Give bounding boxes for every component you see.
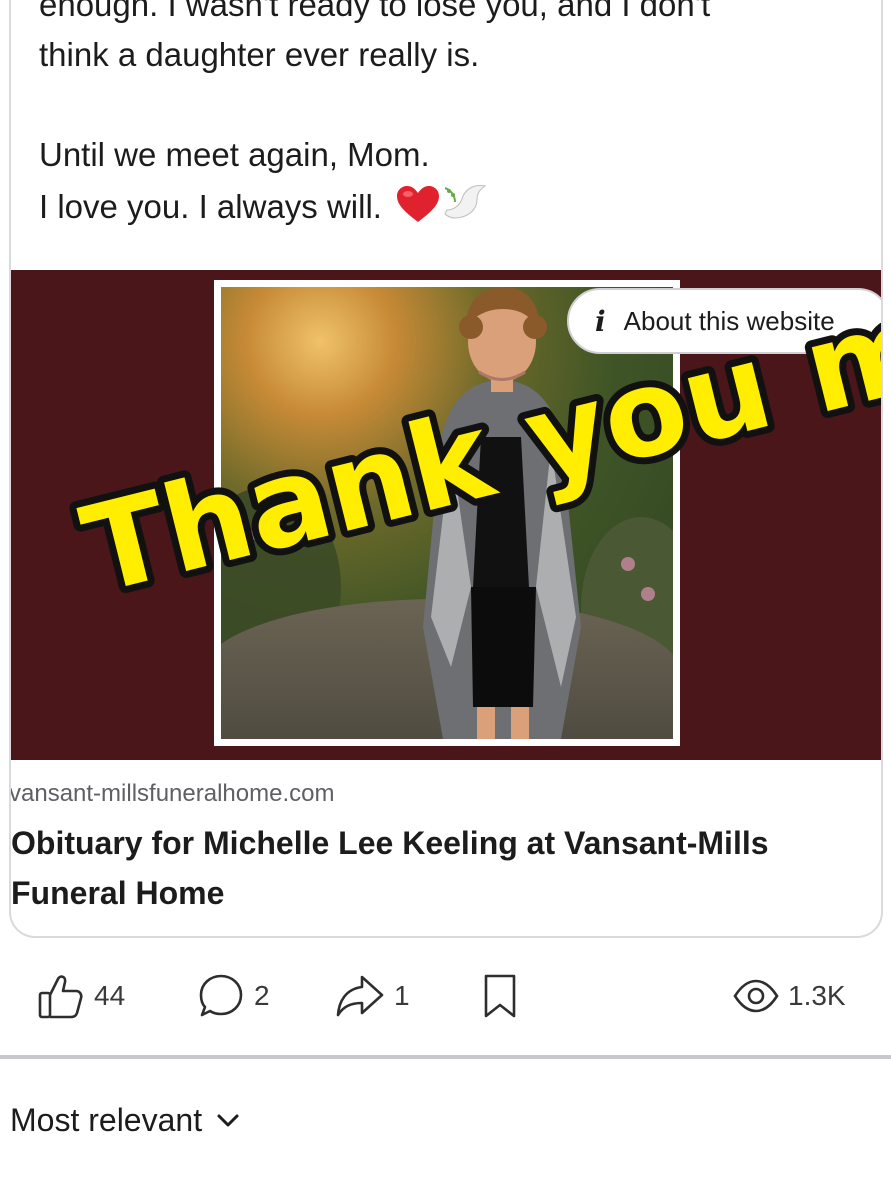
share-count: 1 [394, 980, 410, 1011]
bookmark-button[interactable] [480, 964, 520, 1028]
section-divider [0, 1055, 891, 1059]
post-body: enough. I wasn't ready to lose you, and … [39, 0, 859, 232]
chevron-down-icon [217, 1114, 239, 1127]
post-text-line: enough. I wasn't ready to lose you, and … [39, 0, 711, 23]
comment-button[interactable]: 2 [196, 964, 270, 1028]
view-count: 1.3K [732, 964, 846, 1028]
comment-sort-dropdown[interactable]: Most relevant [10, 1098, 240, 1142]
comment-sort-label: Most relevant [10, 1101, 203, 1138]
link-title-line: Obituary for Michelle Lee Keeling at Van… [11, 825, 769, 861]
bookmark-icon [484, 974, 516, 1018]
photo-flower [621, 557, 635, 571]
comment-count: 2 [254, 980, 270, 1011]
thumbs-up-icon [38, 975, 83, 1019]
share-button[interactable]: 1 [334, 964, 410, 1028]
eye-icon [733, 979, 779, 1013]
link-title-line: Funeral Home [11, 875, 225, 911]
post-text-line: Until we meet again, Mom. [39, 136, 430, 173]
post-action-bar: 44 2 1 1.3K [0, 964, 891, 1028]
link-preview-image[interactable]: i About this website Thank you mom [11, 270, 881, 760]
link-title[interactable]: Obituary for Michelle Lee Keeling at Van… [11, 818, 871, 918]
link-domain: vansant-millsfuneralhome.com [9, 780, 335, 807]
post-text-line: think a daughter ever really is. [39, 36, 480, 73]
red-heart-emoji-icon [397, 186, 440, 222]
like-button[interactable]: 44 [36, 964, 125, 1028]
view-count-value: 1.3K [788, 980, 846, 1011]
photo-flower [641, 587, 655, 601]
like-count: 44 [94, 980, 126, 1011]
comment-icon [199, 974, 243, 1017]
post-card: enough. I wasn't ready to lose you, and … [9, 0, 883, 938]
post-text-line-last: I love you. I always will. [39, 180, 859, 232]
share-icon [336, 975, 384, 1017]
post-text-line: I love you. I always will. [39, 188, 382, 225]
dove-emoji-icon [444, 185, 487, 219]
